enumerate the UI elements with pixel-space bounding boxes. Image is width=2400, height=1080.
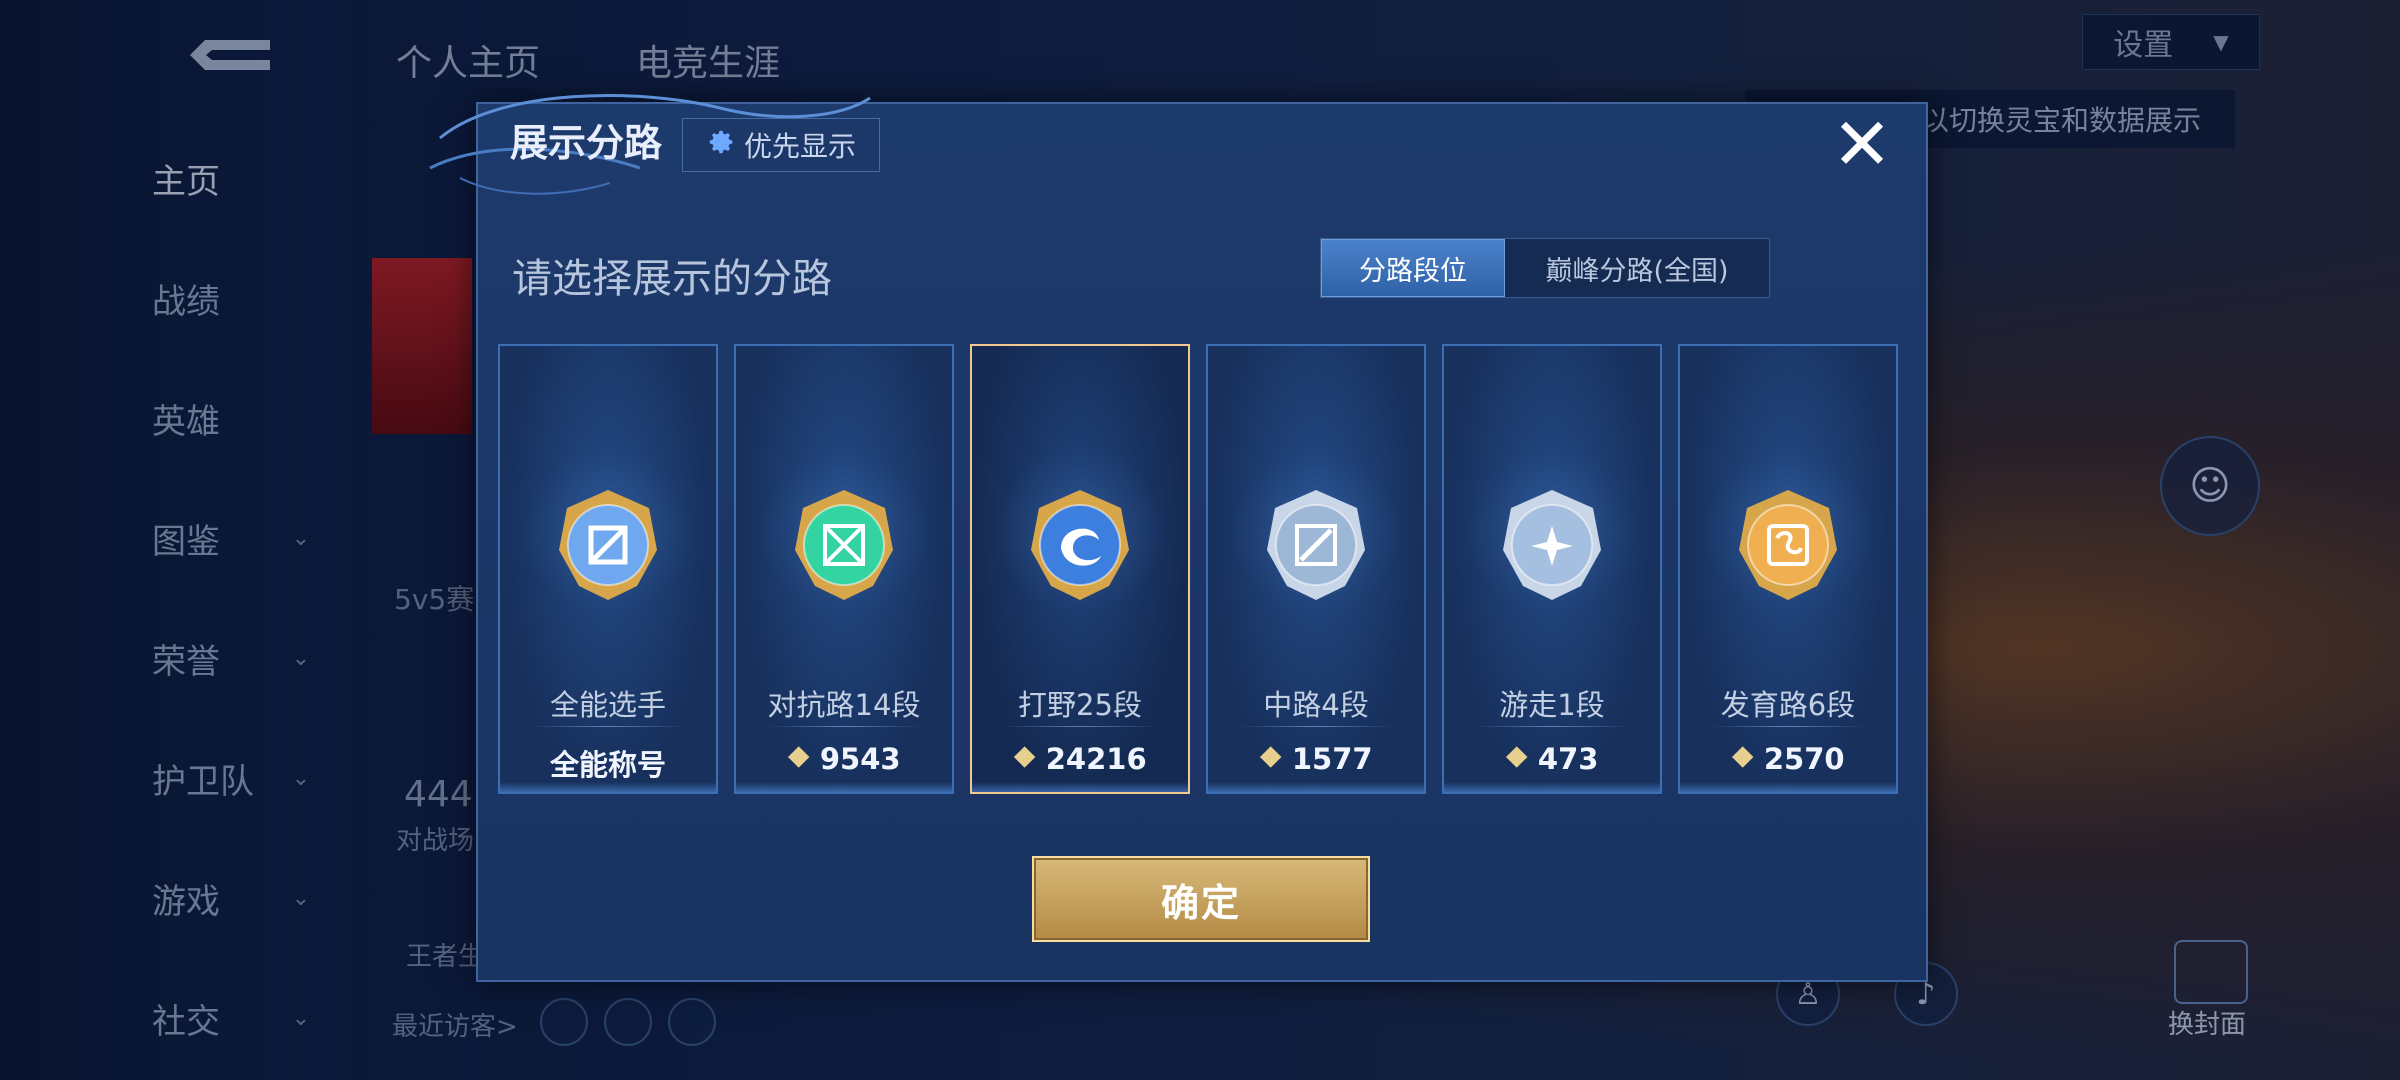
priority-display-button[interactable]: 优先显示 — [682, 118, 880, 172]
lane-score-value: 2570 — [1763, 742, 1845, 776]
lane-rank-label: 对抗路14段 — [767, 688, 921, 722]
roam-emblem-icon — [1493, 486, 1611, 604]
lane-score: ⯁ 9543 — [736, 742, 952, 776]
lane-score-value: 473 — [1537, 742, 1599, 776]
divider — [1002, 726, 1158, 727]
lane-rank-label: 发育路6段 — [1720, 688, 1856, 722]
lane-score: 全能称号 — [500, 742, 716, 784]
divider — [766, 726, 922, 727]
lane-score-value: 全能称号 — [549, 748, 666, 782]
divider — [1238, 726, 1394, 727]
divider — [530, 726, 686, 727]
lane-card[interactable]: 全能选手 全能称号 — [498, 344, 718, 794]
priority-display-label: 优先显示 — [743, 130, 856, 163]
select-lane-prompt: 请选择展示的分路 — [512, 256, 832, 302]
lane-score-value: 24216 — [1045, 742, 1147, 776]
points-icon: ⯁ — [787, 742, 810, 775]
lane-rank-label: 游走1段 — [1499, 688, 1605, 722]
lane-rank-label: 打野25段 — [1018, 688, 1142, 722]
dialog-title: 展示分路 — [510, 121, 663, 165]
card-footer-glow — [1680, 782, 1896, 792]
card-footer-glow — [1208, 782, 1424, 792]
points-icon: ⯁ — [1259, 742, 1282, 775]
lane-card-list: 全能选手 全能称号 对抗路14段 ⯁ 9543 打野25段 ⯁ 24216 中路4段 ⯁ 1577 游… — [498, 344, 1902, 796]
mid-lane-emblem-icon — [1257, 486, 1375, 604]
clash-lane-emblem-icon — [785, 486, 903, 604]
lane-rank-label: 中路4段 — [1263, 688, 1369, 722]
card-footer-glow — [1444, 782, 1660, 792]
divider — [1710, 726, 1866, 727]
lane-card[interactable]: 中路4段 ⯁ 1577 — [1206, 344, 1426, 794]
farm-lane-emblem-icon — [1729, 486, 1847, 604]
rank-type-toggle: 分路段位 巅峰分路(全国) — [1320, 238, 1770, 298]
card-footer-glow — [500, 782, 716, 792]
points-icon: ⯁ — [1013, 742, 1036, 775]
gear-icon — [706, 127, 736, 164]
confirm-button[interactable]: 确定 — [1032, 856, 1370, 942]
card-footer-glow — [736, 782, 952, 792]
jungle-emblem-icon — [1021, 486, 1139, 604]
lane-card[interactable]: 对抗路14段 ⯁ 9543 — [734, 344, 954, 794]
close-icon[interactable]: ✕ — [1830, 108, 1894, 180]
lane-score: ⯁ 2570 — [1680, 742, 1896, 776]
lane-card[interactable]: 发育路6段 ⯁ 2570 — [1678, 344, 1898, 794]
lane-score: ⯁ 1577 — [1208, 742, 1424, 776]
lane-card[interactable]: 游走1段 ⯁ 473 — [1442, 344, 1662, 794]
tab-lane-rank[interactable]: 分路段位 — [1321, 239, 1505, 297]
lane-rank-label: 全能选手 — [549, 688, 666, 722]
lane-card[interactable]: 打野25段 ⯁ 24216 — [970, 344, 1190, 794]
card-footer-glow — [972, 782, 1188, 792]
lane-score: ⯁ 24216 — [972, 742, 1188, 776]
all-round-emblem-icon — [549, 486, 667, 604]
divider — [1474, 726, 1630, 727]
points-icon: ⯁ — [1505, 742, 1528, 775]
points-icon: ⯁ — [1731, 742, 1754, 775]
lane-score-value: 1577 — [1291, 742, 1373, 776]
lane-score-value: 9543 — [819, 742, 901, 776]
tab-peak-lane-national[interactable]: 巅峰分路(全国) — [1505, 239, 1769, 297]
lane-score: ⯁ 473 — [1444, 742, 1660, 776]
